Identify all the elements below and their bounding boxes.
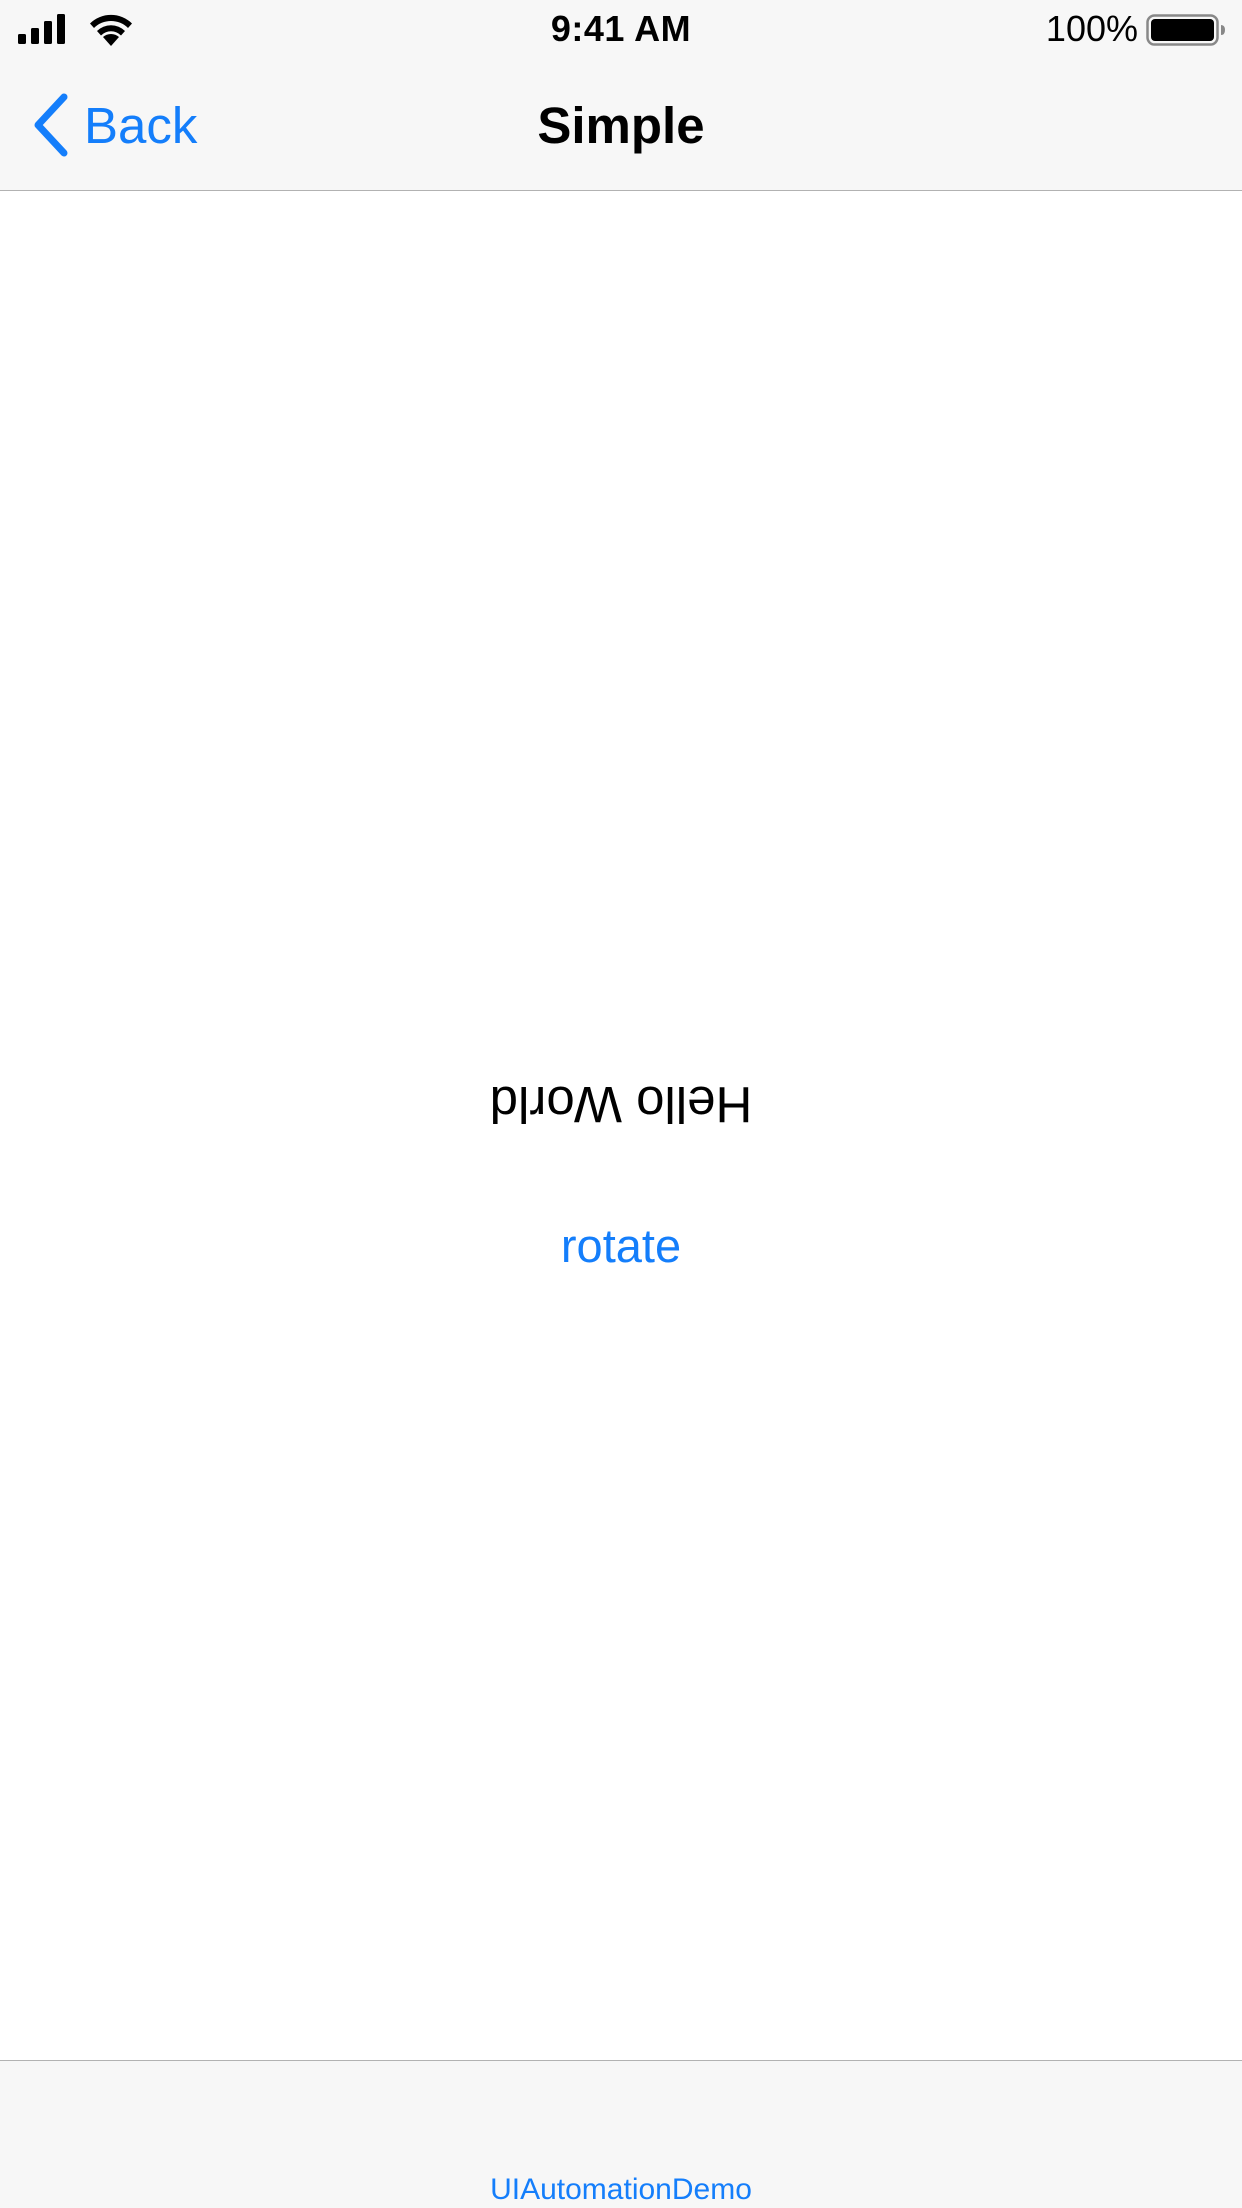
status-bar: 9:41 AM 100% <box>0 0 1242 60</box>
battery-percentage: 100% <box>1045 8 1138 49</box>
tab-uiautomationdemo[interactable]: UIAutomationDemo <box>0 2173 1242 2207</box>
top-chrome: 9:41 AM 100% Back Simple <box>0 0 1242 191</box>
screen: 9:41 AM 100% Back Simple Hello World rot… <box>0 0 1242 2208</box>
page-title: Simple <box>537 97 705 154</box>
hello-world-label: Hello World <box>489 1076 753 1133</box>
navigation-bar: Back Simple <box>0 60 1242 191</box>
rotate-button[interactable]: rotate <box>521 1210 721 1280</box>
battery-icon <box>1146 14 1225 46</box>
tab-bar: UIAutomationDemo <box>0 2060 1242 2208</box>
